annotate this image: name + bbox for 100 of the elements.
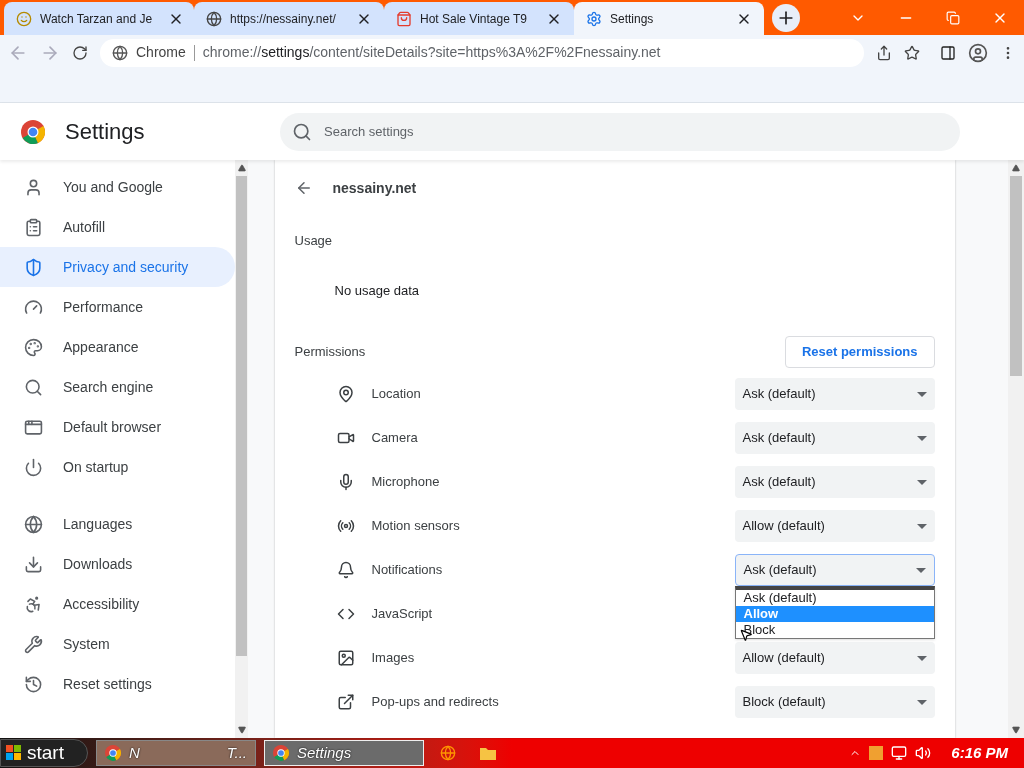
permission-dropdown[interactable]: Ask (default) bbox=[734, 378, 935, 410]
globe-icon bbox=[206, 10, 222, 27]
permission-label: Camera bbox=[371, 429, 418, 448]
volume-icon[interactable] bbox=[915, 745, 932, 761]
permission-dropdown[interactable]: Allow (default) bbox=[734, 510, 935, 542]
bell-icon bbox=[336, 561, 355, 579]
scrollbar[interactable] bbox=[1008, 160, 1024, 738]
permission-dropdown[interactable]: Allow (default) bbox=[734, 642, 935, 674]
sidebar-item[interactable]: Privacy and security bbox=[0, 247, 235, 287]
url-text: chrome://settings/content/siteDetails?site=https%3A%2F%2Fnessainy.net bbox=[202, 43, 661, 62]
tab-title: Watch Tarzan and Je bbox=[40, 10, 153, 28]
sidebar-item[interactable]: Autofill bbox=[0, 207, 235, 247]
person-icon bbox=[24, 177, 43, 197]
network-icon[interactable] bbox=[891, 745, 908, 761]
tab-title: Hot Sale Vintage T9 bbox=[420, 10, 527, 28]
smiley-icon bbox=[16, 10, 32, 27]
dropdown-arrow-icon bbox=[916, 435, 927, 441]
browser-tab[interactable]: Hot Sale Vintage T9 bbox=[384, 2, 574, 35]
taskbar-button[interactable]: N T... bbox=[96, 740, 256, 766]
side-panel-icon[interactable] bbox=[940, 44, 956, 61]
permission-dropdown[interactable]: Block (default) bbox=[734, 686, 935, 718]
sidebar-item[interactable]: You and Google bbox=[0, 167, 235, 207]
restore-icon[interactable] bbox=[946, 10, 960, 25]
section-heading: Usage bbox=[294, 232, 334, 250]
permission-label: Notifications bbox=[371, 561, 443, 580]
sidebar-item[interactable]: Default browser bbox=[0, 407, 235, 447]
browser-tab[interactable]: https://nessainy.net/ bbox=[194, 2, 384, 35]
sidebar-item[interactable]: Performance bbox=[0, 287, 235, 327]
dropdown-arrow-icon bbox=[916, 523, 927, 529]
site-name: nessainy.net bbox=[332, 178, 417, 198]
profile-icon[interactable] bbox=[968, 42, 988, 63]
permission-label: Microphone bbox=[371, 473, 440, 492]
chrome-logo-icon bbox=[21, 119, 45, 144]
permission-dropdown[interactable]: Ask (default) bbox=[734, 554, 935, 586]
star-icon[interactable] bbox=[904, 44, 920, 61]
palette-icon bbox=[24, 337, 43, 357]
scroll-down-icon[interactable] bbox=[1012, 726, 1020, 734]
popup-icon bbox=[336, 693, 355, 711]
settings-icon bbox=[586, 10, 602, 27]
usage-text: No usage data bbox=[333, 281, 421, 300]
globe-icon bbox=[24, 514, 43, 534]
windows-logo-icon bbox=[5, 744, 23, 762]
permission-dropdown[interactable]: Ask (default) bbox=[734, 422, 935, 454]
sidebar-item[interactable]: Search engine bbox=[0, 367, 235, 407]
permission-label: Motion sensors bbox=[371, 517, 460, 536]
tab-title: https://nessainy.net/ bbox=[230, 10, 336, 28]
sidebar-item[interactable]: System bbox=[0, 624, 235, 664]
scroll-up-icon[interactable] bbox=[237, 164, 246, 172]
image-icon bbox=[336, 649, 355, 667]
new-tab-button[interactable] bbox=[772, 4, 800, 32]
dropdown-option[interactable]: Ask (default) bbox=[735, 590, 934, 606]
shopping-bag-icon bbox=[396, 10, 412, 27]
share-icon[interactable] bbox=[876, 44, 892, 61]
browser-tab[interactable]: Watch Tarzan and Je bbox=[4, 2, 194, 35]
reset-permissions-button[interactable]: Reset permissions bbox=[784, 336, 935, 368]
location-pin-icon bbox=[336, 385, 355, 403]
folder-icon[interactable] bbox=[480, 746, 496, 760]
scroll-up-icon[interactable] bbox=[1012, 164, 1020, 172]
site-label: Chrome bbox=[136, 43, 186, 62]
permission-label: Location bbox=[371, 385, 421, 404]
dropdown-arrow-icon bbox=[916, 655, 927, 661]
motion-sensor-icon bbox=[336, 517, 355, 535]
accessibility-icon bbox=[24, 594, 43, 614]
reload-icon[interactable] bbox=[72, 44, 88, 61]
start-button[interactable]: start bbox=[0, 739, 88, 767]
clipboard-icon bbox=[24, 217, 43, 237]
power-icon bbox=[24, 457, 43, 477]
sidebar-item[interactable]: Reset settings bbox=[0, 664, 235, 704]
permission-dropdown[interactable]: Ask (default) bbox=[734, 466, 935, 498]
download-icon bbox=[24, 554, 43, 574]
sidebar-item[interactable]: Languages bbox=[0, 504, 235, 544]
address-field[interactable]: Chrome chrome://settings/content/siteDetails?site=https%3A%2F%2Fnessainy.net bbox=[100, 38, 864, 67]
scroll-down-icon[interactable] bbox=[237, 726, 246, 734]
sidebar-item[interactable]: Downloads bbox=[0, 544, 235, 584]
permission-label: Pop-ups and redirects bbox=[371, 693, 499, 712]
history-icon bbox=[24, 674, 43, 694]
page-title: Settings bbox=[65, 118, 145, 146]
browser-tab[interactable]: Settings bbox=[574, 2, 764, 35]
dropdown-arrow-icon bbox=[915, 567, 926, 573]
gauge-icon bbox=[24, 297, 43, 317]
chrome-logo-icon bbox=[105, 745, 121, 761]
sidebar-item[interactable]: On startup bbox=[0, 447, 235, 487]
dropdown-arrow-icon bbox=[916, 699, 927, 705]
dropdown-arrow-icon bbox=[916, 479, 927, 485]
shield-icon bbox=[24, 257, 43, 277]
permission-label: JavaScript bbox=[371, 605, 433, 624]
sidebar-item[interactable]: Accessibility bbox=[0, 584, 235, 624]
dropdown-arrow-icon bbox=[916, 391, 927, 397]
search-field[interactable]: Search settings bbox=[280, 112, 960, 151]
chrome-logo-icon bbox=[273, 745, 289, 761]
browser-window-icon bbox=[24, 417, 43, 437]
scrollbar[interactable] bbox=[235, 160, 248, 738]
taskbar-button[interactable]: Settings bbox=[264, 740, 424, 766]
tab-title: Settings bbox=[610, 10, 654, 28]
clock: 6:16 PM bbox=[951, 742, 1008, 763]
search-icon bbox=[24, 377, 43, 397]
wrench-icon bbox=[24, 634, 43, 654]
sidebar-item[interactable]: Appearance bbox=[0, 327, 235, 367]
section-heading: Permissions bbox=[294, 343, 366, 362]
permission-label: Images bbox=[371, 649, 415, 668]
